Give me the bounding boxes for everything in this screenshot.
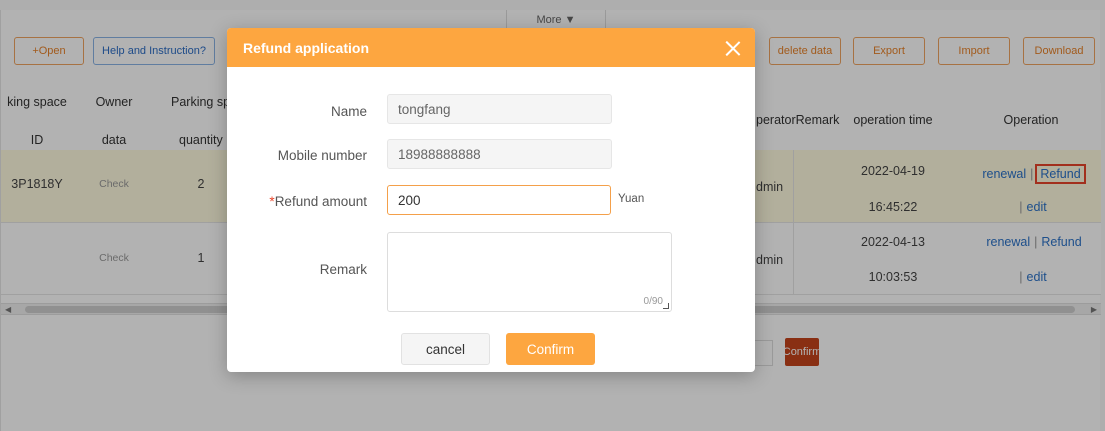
refund-amount-label: *Refund amount (269, 194, 367, 209)
name-value: tongfang (398, 101, 451, 117)
mobile-value: 18988888888 (398, 146, 481, 162)
remark-char-counter: 0/90 (643, 296, 663, 307)
resize-handle-icon[interactable] (663, 303, 669, 309)
dialog-header: Refund application (227, 28, 755, 67)
cancel-button[interactable]: cancel (401, 333, 490, 365)
mobile-field: 18988888888 (387, 139, 612, 169)
refund-amount-label-text: Refund amount (274, 194, 367, 209)
dialog-title: Refund application (243, 39, 369, 56)
refund-application-dialog: Refund application Name tongfang Mobile … (227, 28, 755, 372)
confirm-button[interactable]: Confirm (506, 333, 595, 365)
name-field: tongfang (387, 94, 612, 124)
refund-amount-input[interactable]: 200 (387, 185, 611, 215)
mobile-label: Mobile number (277, 148, 367, 163)
refund-amount-value: 200 (398, 192, 421, 208)
amount-unit: Yuan (618, 193, 645, 205)
name-label: Name (330, 104, 367, 119)
remark-textarea[interactable]: 0/90 (387, 232, 672, 312)
remark-label: Remark (319, 262, 367, 277)
close-icon[interactable] (725, 40, 741, 56)
